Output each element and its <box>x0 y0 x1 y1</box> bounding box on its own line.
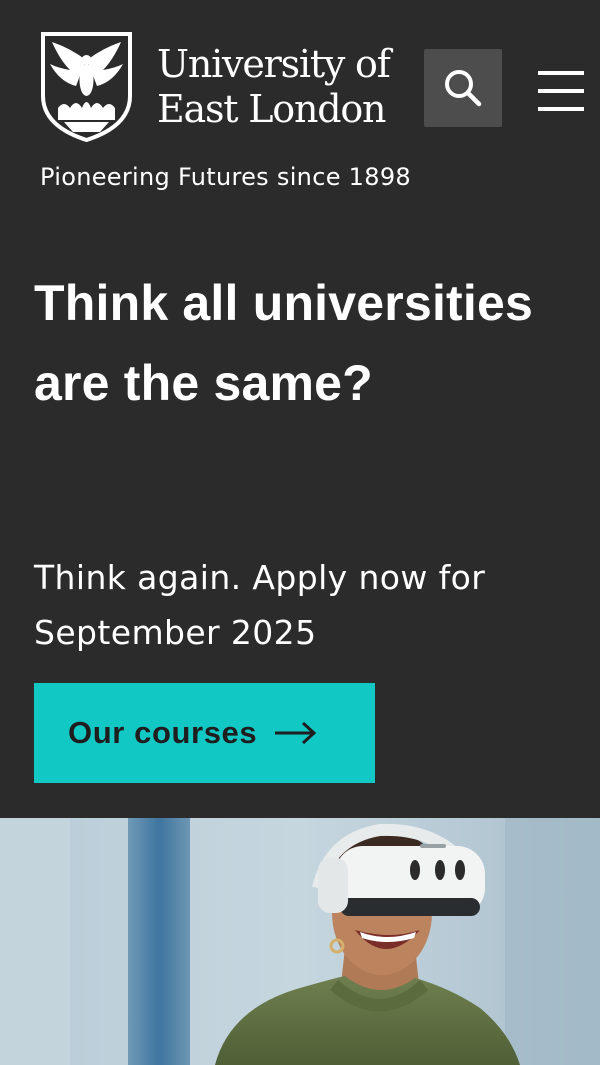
wordmark-line1: University of <box>157 42 391 86</box>
search-icon <box>445 70 482 107</box>
wordmark-line2: East London <box>157 87 387 131</box>
our-courses-button[interactable]: Our courses <box>34 683 375 783</box>
arrow-right-icon <box>275 721 317 745</box>
menu-button[interactable] <box>535 66 587 116</box>
hero-subheadline: Think again. Apply now for September 202… <box>34 558 486 652</box>
search-button[interactable] <box>424 49 502 127</box>
student-vr-headset-photo <box>0 818 600 1065</box>
hero-headline: Think all universities are the same? <box>34 275 534 411</box>
hamburger-menu-icon <box>538 71 584 111</box>
cta-label: Our courses <box>68 715 258 750</box>
tagline: Pioneering Futures since 1898 <box>40 163 411 191</box>
page: University of East London Pioneering Fut… <box>0 0 600 1065</box>
phoenix-crest-icon[interactable] <box>40 30 133 143</box>
university-wordmark[interactable]: University of East London <box>157 42 391 132</box>
